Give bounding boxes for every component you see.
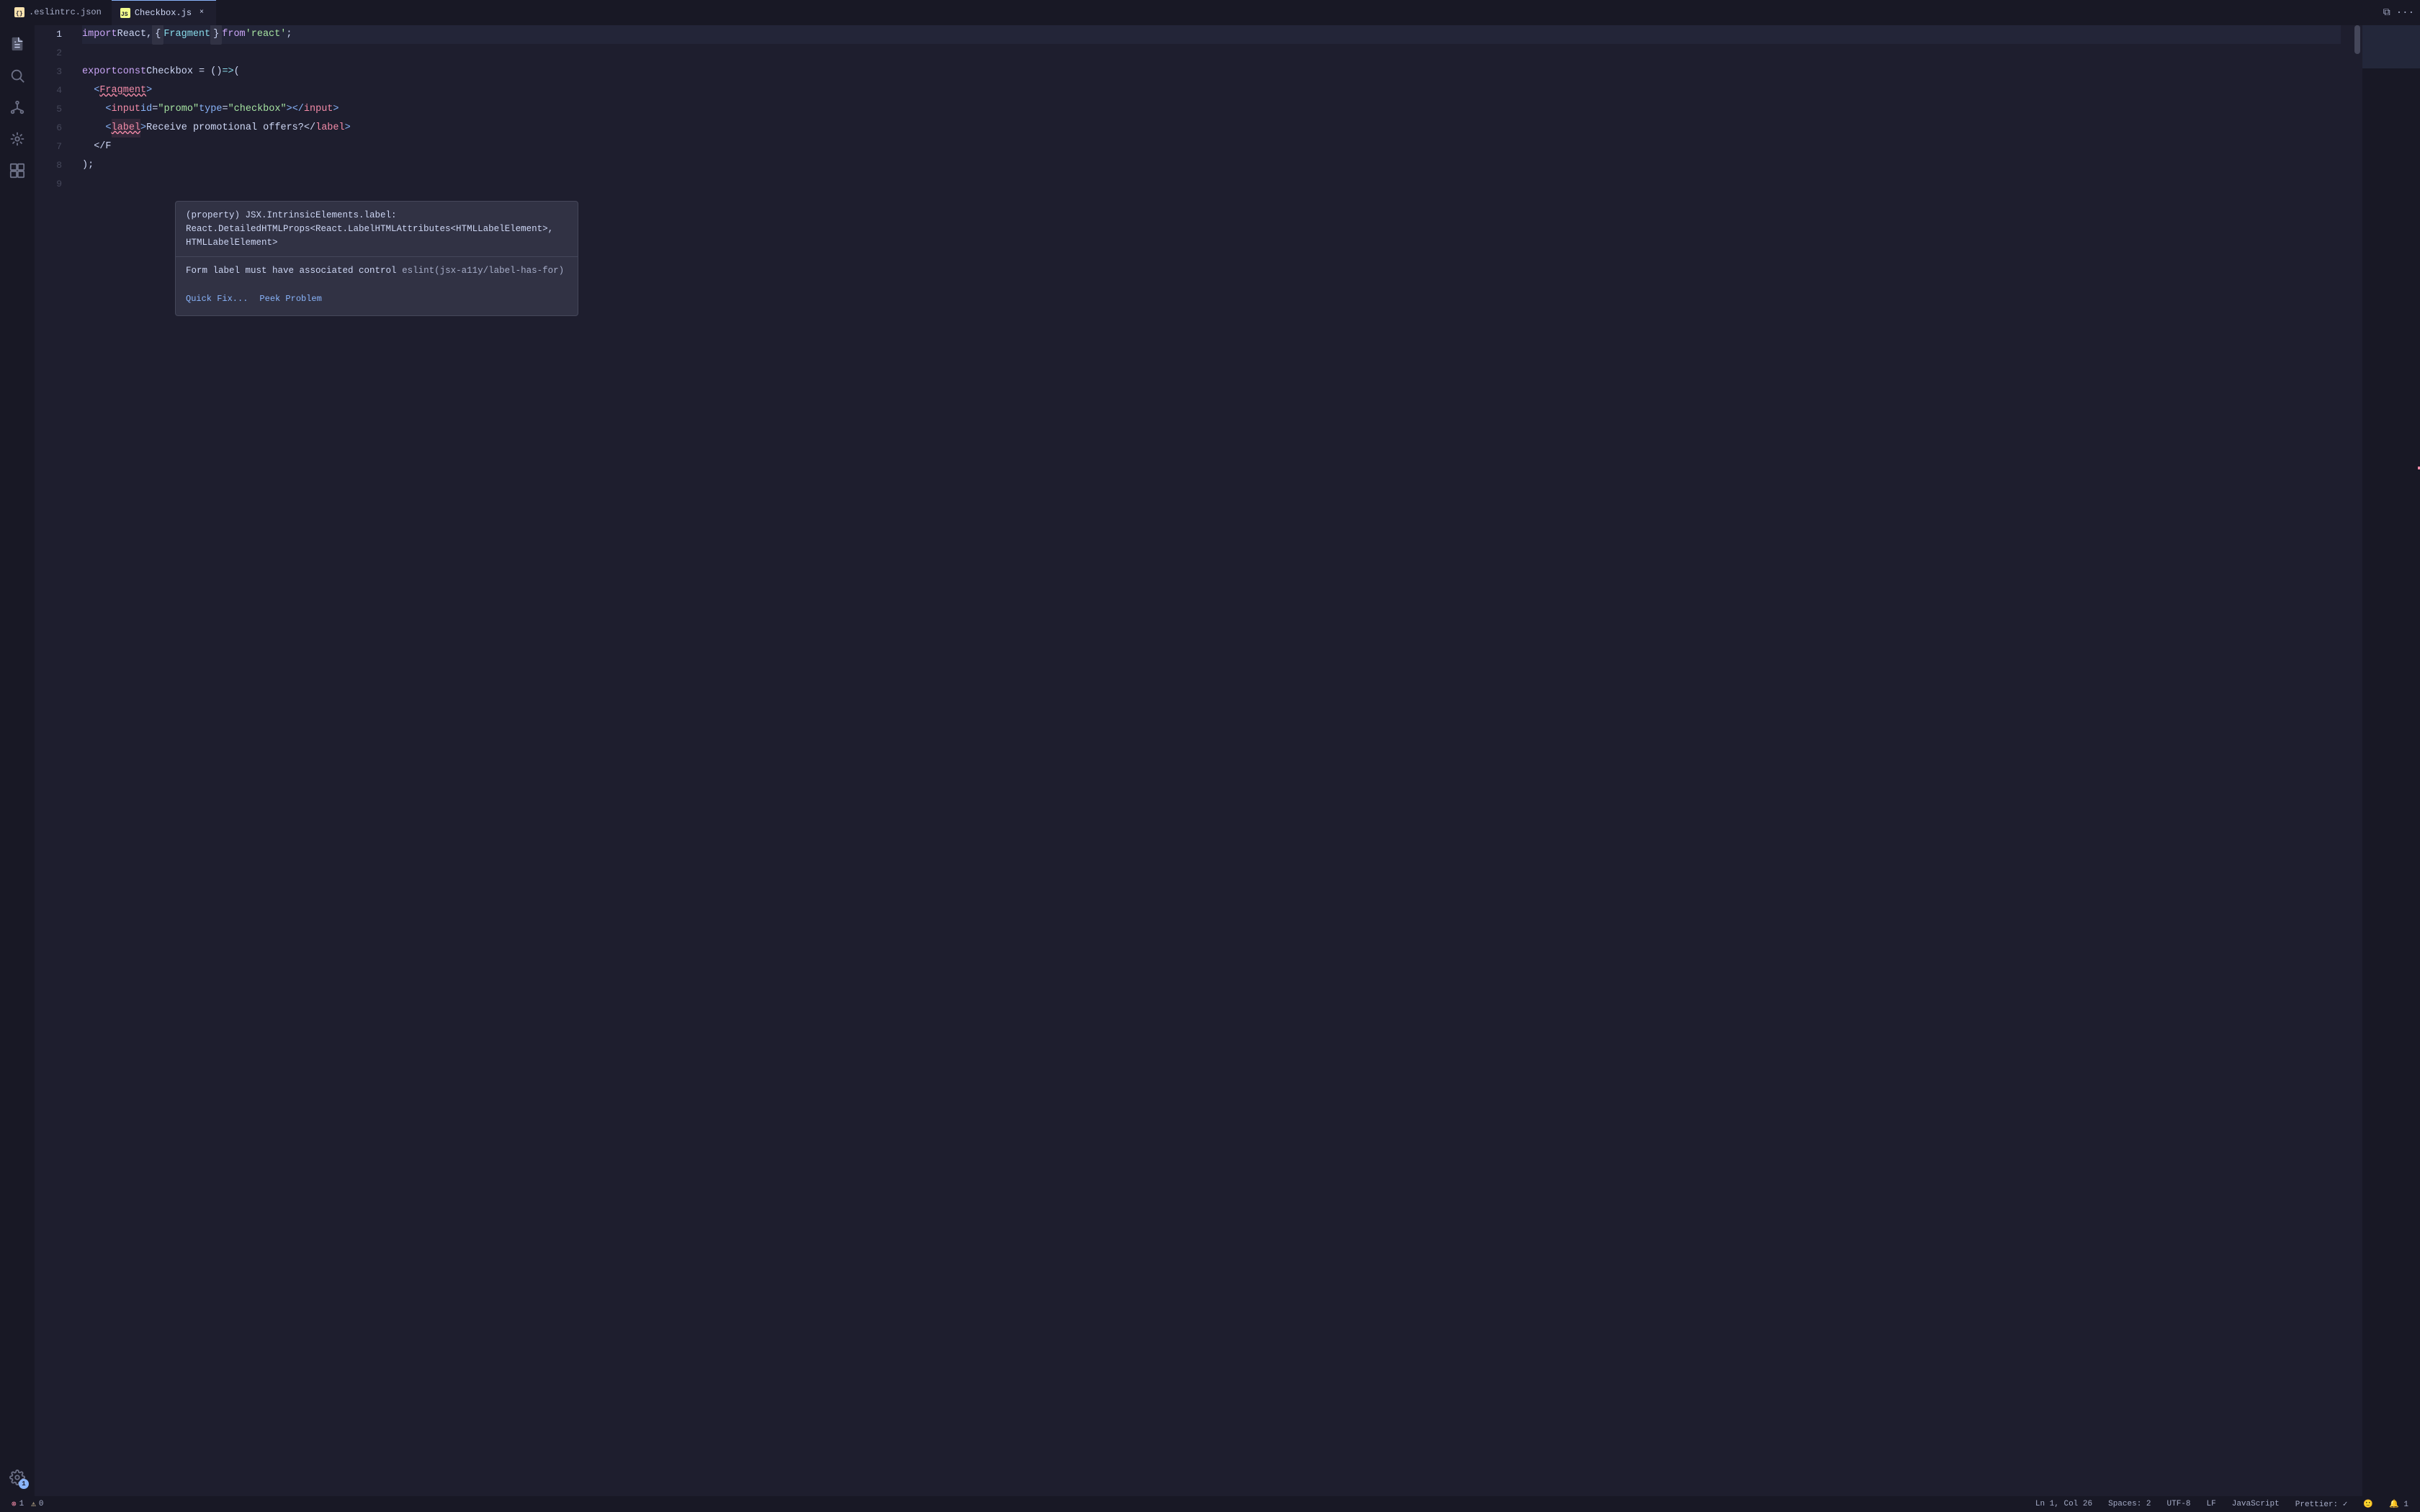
tooltip-type-info: (property) JSX.IntrinsicElements.label: … xyxy=(176,202,578,257)
split-editor-icon[interactable]: ⧉ xyxy=(2383,7,2390,19)
code-content[interactable]: import React, { Fragment } from 'react' … xyxy=(71,25,2352,1496)
activity-bottom: 1 xyxy=(4,1464,30,1490)
token-open-brace: { xyxy=(152,25,163,45)
line-number-4: 4 xyxy=(35,81,71,100)
tooltip-actions: Quick Fix... Peek Problem xyxy=(176,285,578,315)
status-language[interactable]: JavaScript xyxy=(2229,1500,2282,1508)
status-formatter[interactable]: Prettier: ✓ xyxy=(2293,1499,2351,1509)
editor-area: 1 2 3 4 5 6 7 8 9 import React, { Fragme… xyxy=(35,25,2420,1496)
warning-icon: ⚠ xyxy=(31,1499,36,1509)
status-left: ⊗ 1 ⚠ 0 xyxy=(9,1499,46,1509)
line-number-8: 8 xyxy=(35,156,71,175)
status-bar: ⊗ 1 ⚠ 0 Ln 1, Col 26 Spaces: 2 UTF-8 LF … xyxy=(0,1496,2420,1512)
line-numbers: 1 2 3 4 5 6 7 8 9 xyxy=(35,25,71,1496)
activity-git-icon[interactable] xyxy=(4,94,30,120)
hover-tooltip: (property) JSX.IntrinsicElements.label: … xyxy=(175,201,578,316)
minimap-highlight xyxy=(2362,25,2420,68)
code-line-9 xyxy=(82,175,2341,194)
status-line-ending[interactable]: LF xyxy=(2204,1500,2219,1508)
token-import: import xyxy=(82,25,117,44)
scrollbar-thumb[interactable] xyxy=(2354,25,2360,54)
activity-bar: 1 xyxy=(0,25,35,1496)
error-icon: ⊗ xyxy=(12,1499,17,1509)
js-icon: JS xyxy=(120,8,130,18)
line-number-2: 2 xyxy=(35,44,71,63)
scrollbar[interactable] xyxy=(2352,25,2362,1496)
code-line-8: ); xyxy=(82,156,2341,175)
tab-eslintrc-label: .eslintrc.json xyxy=(29,7,102,17)
line-number-6: 6 xyxy=(35,119,71,138)
code-line-3: export const Checkbox = () => ( xyxy=(82,63,2341,81)
code-line-6: < label > Receive promotional offers?</ … xyxy=(82,119,2341,138)
editor-content[interactable]: 1 2 3 4 5 6 7 8 9 import React, { Fragme… xyxy=(35,25,2420,1496)
activity-extensions-icon[interactable] xyxy=(4,158,30,184)
settings-badge: 1 xyxy=(19,1479,29,1489)
activity-debug-icon[interactable] xyxy=(4,126,30,152)
code-line-4: < Fragment > xyxy=(82,81,2341,100)
activity-settings-icon[interactable]: 1 xyxy=(4,1464,30,1490)
line-number-3: 3 xyxy=(35,63,71,81)
line-number-1: 1 xyxy=(35,25,71,44)
token-fragment-tag: Fragment xyxy=(99,81,146,100)
status-notifications[interactable]: 🔔 1 xyxy=(2386,1499,2411,1509)
activity-files-icon[interactable] xyxy=(4,31,30,57)
token-label-tag: label xyxy=(112,119,141,138)
more-actions-icon[interactable]: ··· xyxy=(2396,7,2414,19)
status-position[interactable]: Ln 1, Col 26 xyxy=(2033,1500,2095,1508)
quick-fix-button[interactable]: Quick Fix... xyxy=(186,289,248,308)
status-smiley[interactable]: 🙂 xyxy=(2360,1499,2376,1509)
peek-problem-button[interactable]: Peek Problem xyxy=(259,289,321,308)
status-spaces[interactable]: Spaces: 2 xyxy=(2105,1500,2154,1508)
code-line-5: < input id = "promo" type = "checkbox" >… xyxy=(82,100,2341,119)
code-line-1: import React, { Fragment } from 'react' … xyxy=(82,25,2341,44)
line-number-7: 7 xyxy=(35,138,71,156)
line-number-5: 5 xyxy=(35,100,71,119)
main-layout: 1 1 2 3 4 5 6 7 8 9 import xyxy=(0,25,2420,1496)
code-line-2 xyxy=(82,44,2341,63)
line-number-9: 9 xyxy=(35,175,71,194)
svg-text:{}: {} xyxy=(16,11,23,17)
tab-checkbox[interactable]: JS Checkbox.js × xyxy=(112,0,216,25)
code-line-7: </ F xyxy=(82,138,2341,156)
tab-checkbox-label: Checkbox.js xyxy=(135,8,192,18)
tab-actions: ⧉ ··· xyxy=(2383,7,2414,19)
minimap xyxy=(2362,25,2420,1496)
status-errors[interactable]: ⊗ 1 ⚠ 0 xyxy=(9,1499,46,1509)
tooltip-error-message: Form label must have associated control … xyxy=(176,257,578,285)
activity-search-icon[interactable] xyxy=(4,63,30,89)
tab-bar: {} .eslintrc.json JS Checkbox.js × ⧉ ··· xyxy=(0,0,2420,25)
token-close-brace: } xyxy=(210,25,222,45)
tab-close-button[interactable]: × xyxy=(196,7,207,19)
tab-eslintrc[interactable]: {} .eslintrc.json xyxy=(6,0,110,25)
json-icon: {} xyxy=(14,7,24,17)
svg-text:JS: JS xyxy=(121,12,128,18)
tooltip-box: (property) JSX.IntrinsicElements.label: … xyxy=(175,201,578,316)
status-encoding[interactable]: UTF-8 xyxy=(2164,1500,2194,1508)
status-right: Ln 1, Col 26 Spaces: 2 UTF-8 LF JavaScri… xyxy=(2033,1499,2411,1509)
